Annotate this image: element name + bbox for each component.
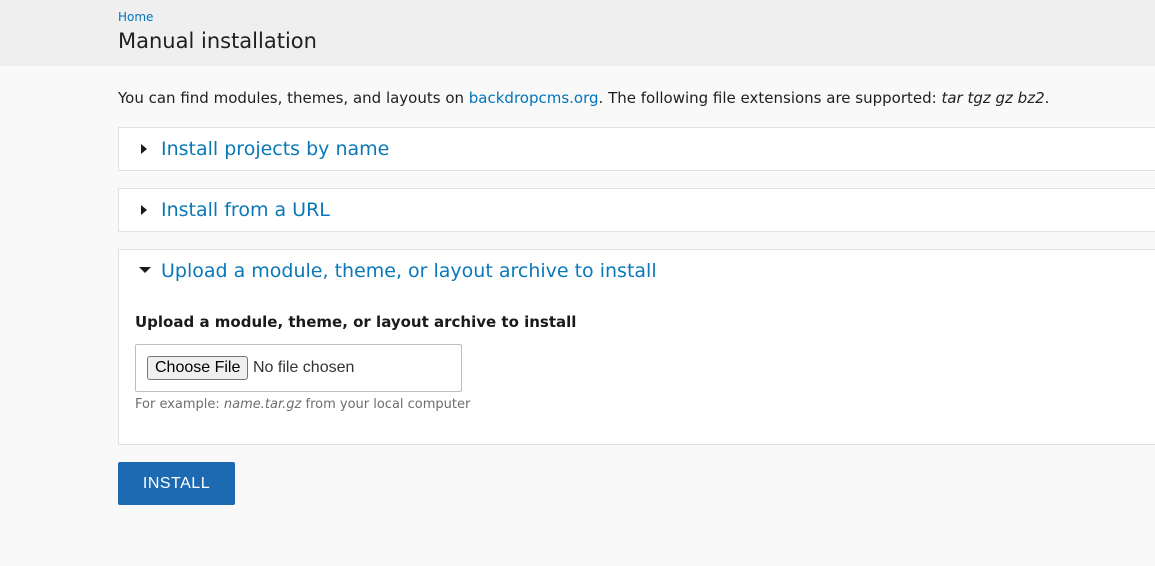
section-title-install-from-url[interactable]: Install from a URL [161, 198, 330, 222]
fieldset-install-by-name: Install projects by name [118, 127, 1155, 171]
backdropcms-link[interactable]: backdropcms.org [469, 89, 599, 107]
upload-field-label: Upload a module, theme, or layout archiv… [135, 313, 577, 331]
choose-file-button[interactable]: Choose File [147, 356, 249, 380]
no-file-chosen-text: No file chosen [253, 359, 355, 376]
toggle-upload-archive[interactable]: Upload a module, theme, or layout archiv… [139, 250, 657, 292]
toggle-install-by-name[interactable]: Install projects by name [139, 128, 389, 170]
intro-text: You can find modules, themes, and layout… [118, 87, 1049, 109]
page-header: Home Manual installation [0, 0, 1155, 66]
fieldset-upload-archive: Upload a module, theme, or layout archiv… [118, 249, 1155, 445]
triangle-right-icon [141, 205, 147, 215]
help-example: name.tar.gz [223, 397, 302, 412]
triangle-down-icon [139, 267, 151, 273]
toggle-install-from-url[interactable]: Install from a URL [139, 189, 330, 231]
intro-suffix: . [1044, 89, 1050, 107]
install-button[interactable]: INSTALL [118, 462, 235, 505]
page-title: Manual installation [118, 29, 317, 53]
file-extensions: tar tgz gz bz2 [941, 89, 1045, 107]
fieldset-install-from-url: Install from a URL [118, 188, 1155, 232]
file-upload-input[interactable]: Choose File No file chosen [135, 344, 462, 392]
breadcrumb-home-link[interactable]: Home [118, 10, 153, 24]
section-title-install-by-name[interactable]: Install projects by name [161, 137, 389, 161]
section-title-upload-archive[interactable]: Upload a module, theme, or layout archiv… [161, 259, 657, 283]
help-prefix: For example: [135, 397, 224, 412]
upload-help-text: For example: name.tar.gz from your local… [135, 396, 470, 414]
intro-prefix: You can find modules, themes, and layout… [118, 89, 469, 107]
triangle-right-icon [141, 144, 147, 154]
breadcrumb: Home [118, 10, 153, 24]
help-suffix: from your local computer [301, 397, 471, 412]
intro-middle: . The following file extensions are supp… [598, 89, 942, 107]
